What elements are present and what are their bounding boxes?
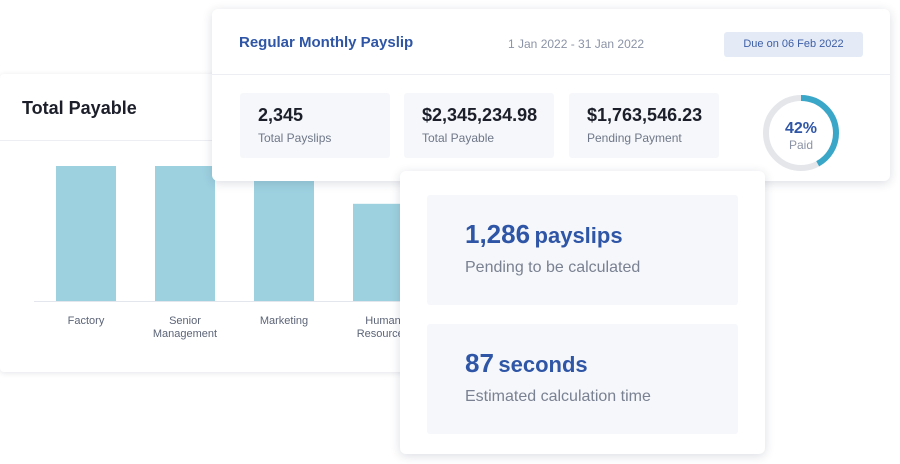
calculation-time-unit: seconds — [498, 352, 588, 377]
pending-payslips-headline: 1,286 payslips — [465, 219, 623, 250]
pending-payslips-unit: payslips — [534, 223, 623, 248]
paid-percent: 42% — [785, 120, 817, 137]
paid-progress-ring: 42% Paid — [763, 95, 839, 171]
calculation-time-label: Estimated calculation time — [465, 388, 651, 405]
payslip-period: 1 Jan 2022 - 31 Jan 2022 — [508, 37, 645, 51]
calculation-time-headline: 87 seconds — [465, 348, 588, 379]
payslip-title[interactable]: Regular Monthly Payslip — [239, 34, 413, 51]
stat-total-payable: $2,345,234.98 Total Payable — [404, 93, 554, 158]
due-date-badge: Due on 06 Feb 2022 — [724, 32, 863, 57]
pending-payslips-box: 1,286 payslips Pending to be calculated — [427, 195, 738, 305]
calculation-time-value: 87 — [465, 348, 494, 378]
x-tick-label: Marketing — [260, 315, 308, 327]
stat-value: $1,763,546.23 — [587, 105, 703, 125]
stat-label: Total Payable — [422, 131, 495, 145]
stat-value: $2,345,234.98 — [422, 105, 538, 125]
payslip-divider — [212, 74, 890, 75]
stat-label: Pending Payment — [587, 131, 682, 145]
x-tick-label: Senior Management — [153, 315, 217, 340]
bar-factory[interactable] — [56, 166, 116, 301]
payslip-summary-card: Regular Monthly Payslip 1 Jan 2022 - 31 … — [212, 9, 890, 181]
calculation-card: 1,286 payslips Pending to be calculated … — [400, 171, 765, 454]
pending-payslips-label: Pending to be calculated — [465, 259, 641, 276]
stat-label: Total Payslips — [258, 131, 332, 145]
pending-payslips-count: 1,286 — [465, 219, 531, 249]
calculation-time-box: 87 seconds Estimated calculation time — [427, 324, 738, 434]
paid-label: Paid — [789, 138, 813, 152]
stat-pending-payment: $1,763,546.23 Pending Payment — [569, 93, 719, 158]
stat-total-payslips: 2,345 Total Payslips — [240, 93, 390, 158]
bar-senior-management[interactable] — [155, 166, 215, 301]
stat-value: 2,345 — [258, 105, 304, 125]
bar-marketing[interactable] — [254, 180, 314, 301]
x-tick-label: Factory — [68, 315, 105, 327]
